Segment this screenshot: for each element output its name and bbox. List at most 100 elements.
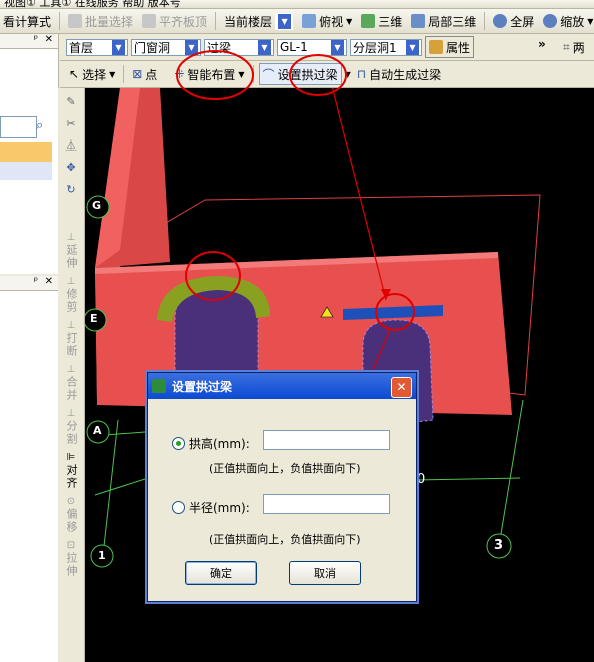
separator [484, 12, 486, 30]
brush-icon[interactable]: ✎ [66, 96, 75, 118]
smart-place-button[interactable]: ⁜ 智能布置 ▼ [171, 64, 247, 84]
rotate-icon[interactable]: ↻ [66, 184, 75, 206]
chevron-down-icon[interactable]: ▼ [345, 70, 351, 79]
chevron-down-icon[interactable]: ▼ [331, 39, 344, 55]
chevron-down-icon[interactable]: ▼ [185, 39, 198, 55]
fullscreen-icon [493, 14, 508, 28]
fullscreen-button[interactable]: 全屏 [490, 11, 537, 31]
chevron-down-icon[interactable]: ▼ [278, 13, 292, 29]
auto-generate-beam-button[interactable]: ⊓ 自动生成过梁 [354, 64, 444, 84]
set-arch-beam-label: 设置拱过梁 [277, 67, 338, 82]
tool-break[interactable]: 打断 [65, 332, 78, 364]
close-icon[interactable]: ✕ [45, 276, 53, 287]
element-type-combo[interactable]: 过梁 ▼ [204, 38, 274, 56]
radio-icon[interactable] [172, 501, 185, 514]
ok-button[interactable]: 确定 [185, 561, 257, 585]
view-3d-button[interactable]: 三维 [358, 11, 405, 31]
element-type-value: 过梁 [207, 40, 232, 55]
level-icon [142, 14, 157, 28]
dimension-text: 0 [417, 472, 426, 487]
pin-icon[interactable]: ᵖ [34, 276, 38, 287]
menu-text[interactable]: 视图① 工具① 在线服务 帮助 版本号 [4, 0, 181, 8]
batch-select-button[interactable]: 批量选择 [65, 11, 136, 31]
partial-3d-button[interactable]: 局部三维 [408, 11, 479, 31]
axis-label-a: A [93, 424, 102, 437]
view-dropdown-button[interactable]: 俯视 ▼ [299, 11, 355, 31]
move-icon[interactable]: ✥ [66, 162, 75, 184]
category-combo[interactable]: 门窗洞 ▼ [131, 38, 201, 56]
panel-search-input[interactable] [0, 116, 37, 138]
extend-icon: ⊥ [66, 232, 76, 243]
panel-list-item-selected[interactable] [0, 142, 52, 162]
chevron-down-icon: ▼ [346, 16, 353, 26]
grid-line [499, 399, 524, 541]
point-label: 点 [145, 67, 158, 82]
close-button[interactable]: ✕ [391, 377, 412, 398]
batch-select-label: 批量选择 [85, 14, 134, 29]
properties-button[interactable]: 属性 [425, 36, 475, 58]
option-radius-radio[interactable]: 半径(mm): [172, 499, 250, 516]
toolbar-top: 看计算式 批量选择 平齐板顶 当前楼层 ▼ 俯视 ▼ 三维 局部三维 全屏 缩放 ▼ [0, 9, 594, 34]
smart-place-label: 智能布置 [187, 67, 236, 82]
break-icon: ⊥ [66, 320, 76, 331]
element-name-combo[interactable]: GL-1 ▼ [277, 38, 347, 56]
select-button[interactable]: ↖ 选择 ▼ [66, 64, 118, 84]
tool-merge[interactable]: 合并 [65, 376, 78, 408]
left-panel-bottom: ᵖ ✕ [0, 276, 59, 662]
tool-align[interactable]: 对齐 [65, 464, 78, 496]
layer-value: 分层洞1 [353, 40, 397, 55]
layer-combo[interactable]: 分层洞1 ▼ [350, 38, 422, 56]
floor-combo[interactable]: 首层 ▼ [66, 38, 128, 56]
current-floor-combo[interactable]: 当前楼层 ▼ [221, 11, 296, 31]
radius-input[interactable] [263, 494, 390, 514]
axis-label-g: G [92, 199, 102, 212]
chevron-down-icon: ▼ [109, 69, 116, 79]
tool-split[interactable]: 分割 [65, 420, 78, 452]
dialog-titlebar: 设置拱过梁 ✕ [148, 373, 416, 399]
tool-trim[interactable]: 修剪 [65, 288, 78, 320]
panel-list-item[interactable] [0, 162, 52, 180]
axis-label-1: 1 [98, 549, 106, 562]
mirror-icon[interactable]: ⏅ [66, 140, 77, 162]
close-icon[interactable]: ✕ [45, 34, 53, 45]
chevron-down-icon[interactable]: ▼ [112, 39, 125, 55]
fullscreen-label: 全屏 [510, 14, 535, 29]
option-height-label: 拱高(mm): [189, 437, 250, 451]
two-point-label: 两 [572, 40, 585, 55]
separator [59, 12, 61, 30]
point-icon: ⊠ [132, 67, 143, 81]
search-icon[interactable]: ⌕ [36, 118, 54, 135]
stretch-icon: ⊡ [66, 540, 76, 551]
overflow-chevron-icon[interactable]: » [538, 37, 546, 51]
chevron-down-icon[interactable]: ▼ [258, 39, 271, 55]
grid-icon [68, 14, 83, 28]
pin-icon[interactable]: ᵖ [34, 34, 38, 45]
level-slab-button[interactable]: 平齐板顶 [139, 11, 210, 31]
chevron-down-icon[interactable]: ▼ [406, 39, 419, 55]
panel-header: ᵖ ✕ [0, 34, 58, 49]
tool-extend[interactable]: 延伸 [65, 244, 78, 276]
two-point-button[interactable]: ⌗ 两 [560, 37, 588, 57]
set-arch-beam-button[interactable]: ⌒ 设置拱过梁 [258, 63, 342, 85]
app-icon [152, 379, 166, 393]
zoom-button[interactable]: 缩放 ▼ [540, 11, 594, 31]
merge-icon: ⊥ [66, 364, 76, 375]
toolbar-draw: ↖ 选择 ▼ ⊠ 点 ⁜ 智能布置 ▼ ⌒ 设置拱过梁 ▼ ⊓ 自动生成过梁 [60, 61, 594, 88]
level-slab-label: 平齐板顶 [159, 14, 208, 29]
calc-formula-label: 看计算式 [3, 14, 52, 29]
menu-bar: 视图① 工具① 在线服务 帮助 版本号 [0, 0, 594, 9]
chevron-down-icon: ▼ [238, 69, 245, 79]
point-button[interactable]: ⊠ 点 [129, 64, 160, 84]
cancel-label: 取消 [314, 567, 336, 580]
option-height-radio[interactable]: 拱高(mm): [172, 435, 250, 452]
scissor-icon[interactable]: ✂ [66, 118, 75, 140]
tool-offset[interactable]: 偏移 [65, 508, 78, 540]
cancel-button[interactable]: 取消 [289, 561, 361, 585]
category-value: 门窗洞 [134, 40, 171, 55]
arch-height-input[interactable] [263, 430, 390, 450]
radio-icon[interactable] [172, 437, 185, 450]
view-label: 俯视 [319, 14, 344, 29]
properties-label: 属性 [446, 40, 471, 55]
tool-stretch[interactable]: 拉伸 [65, 552, 78, 584]
calc-formula-button[interactable]: 看计算式 [0, 11, 54, 31]
